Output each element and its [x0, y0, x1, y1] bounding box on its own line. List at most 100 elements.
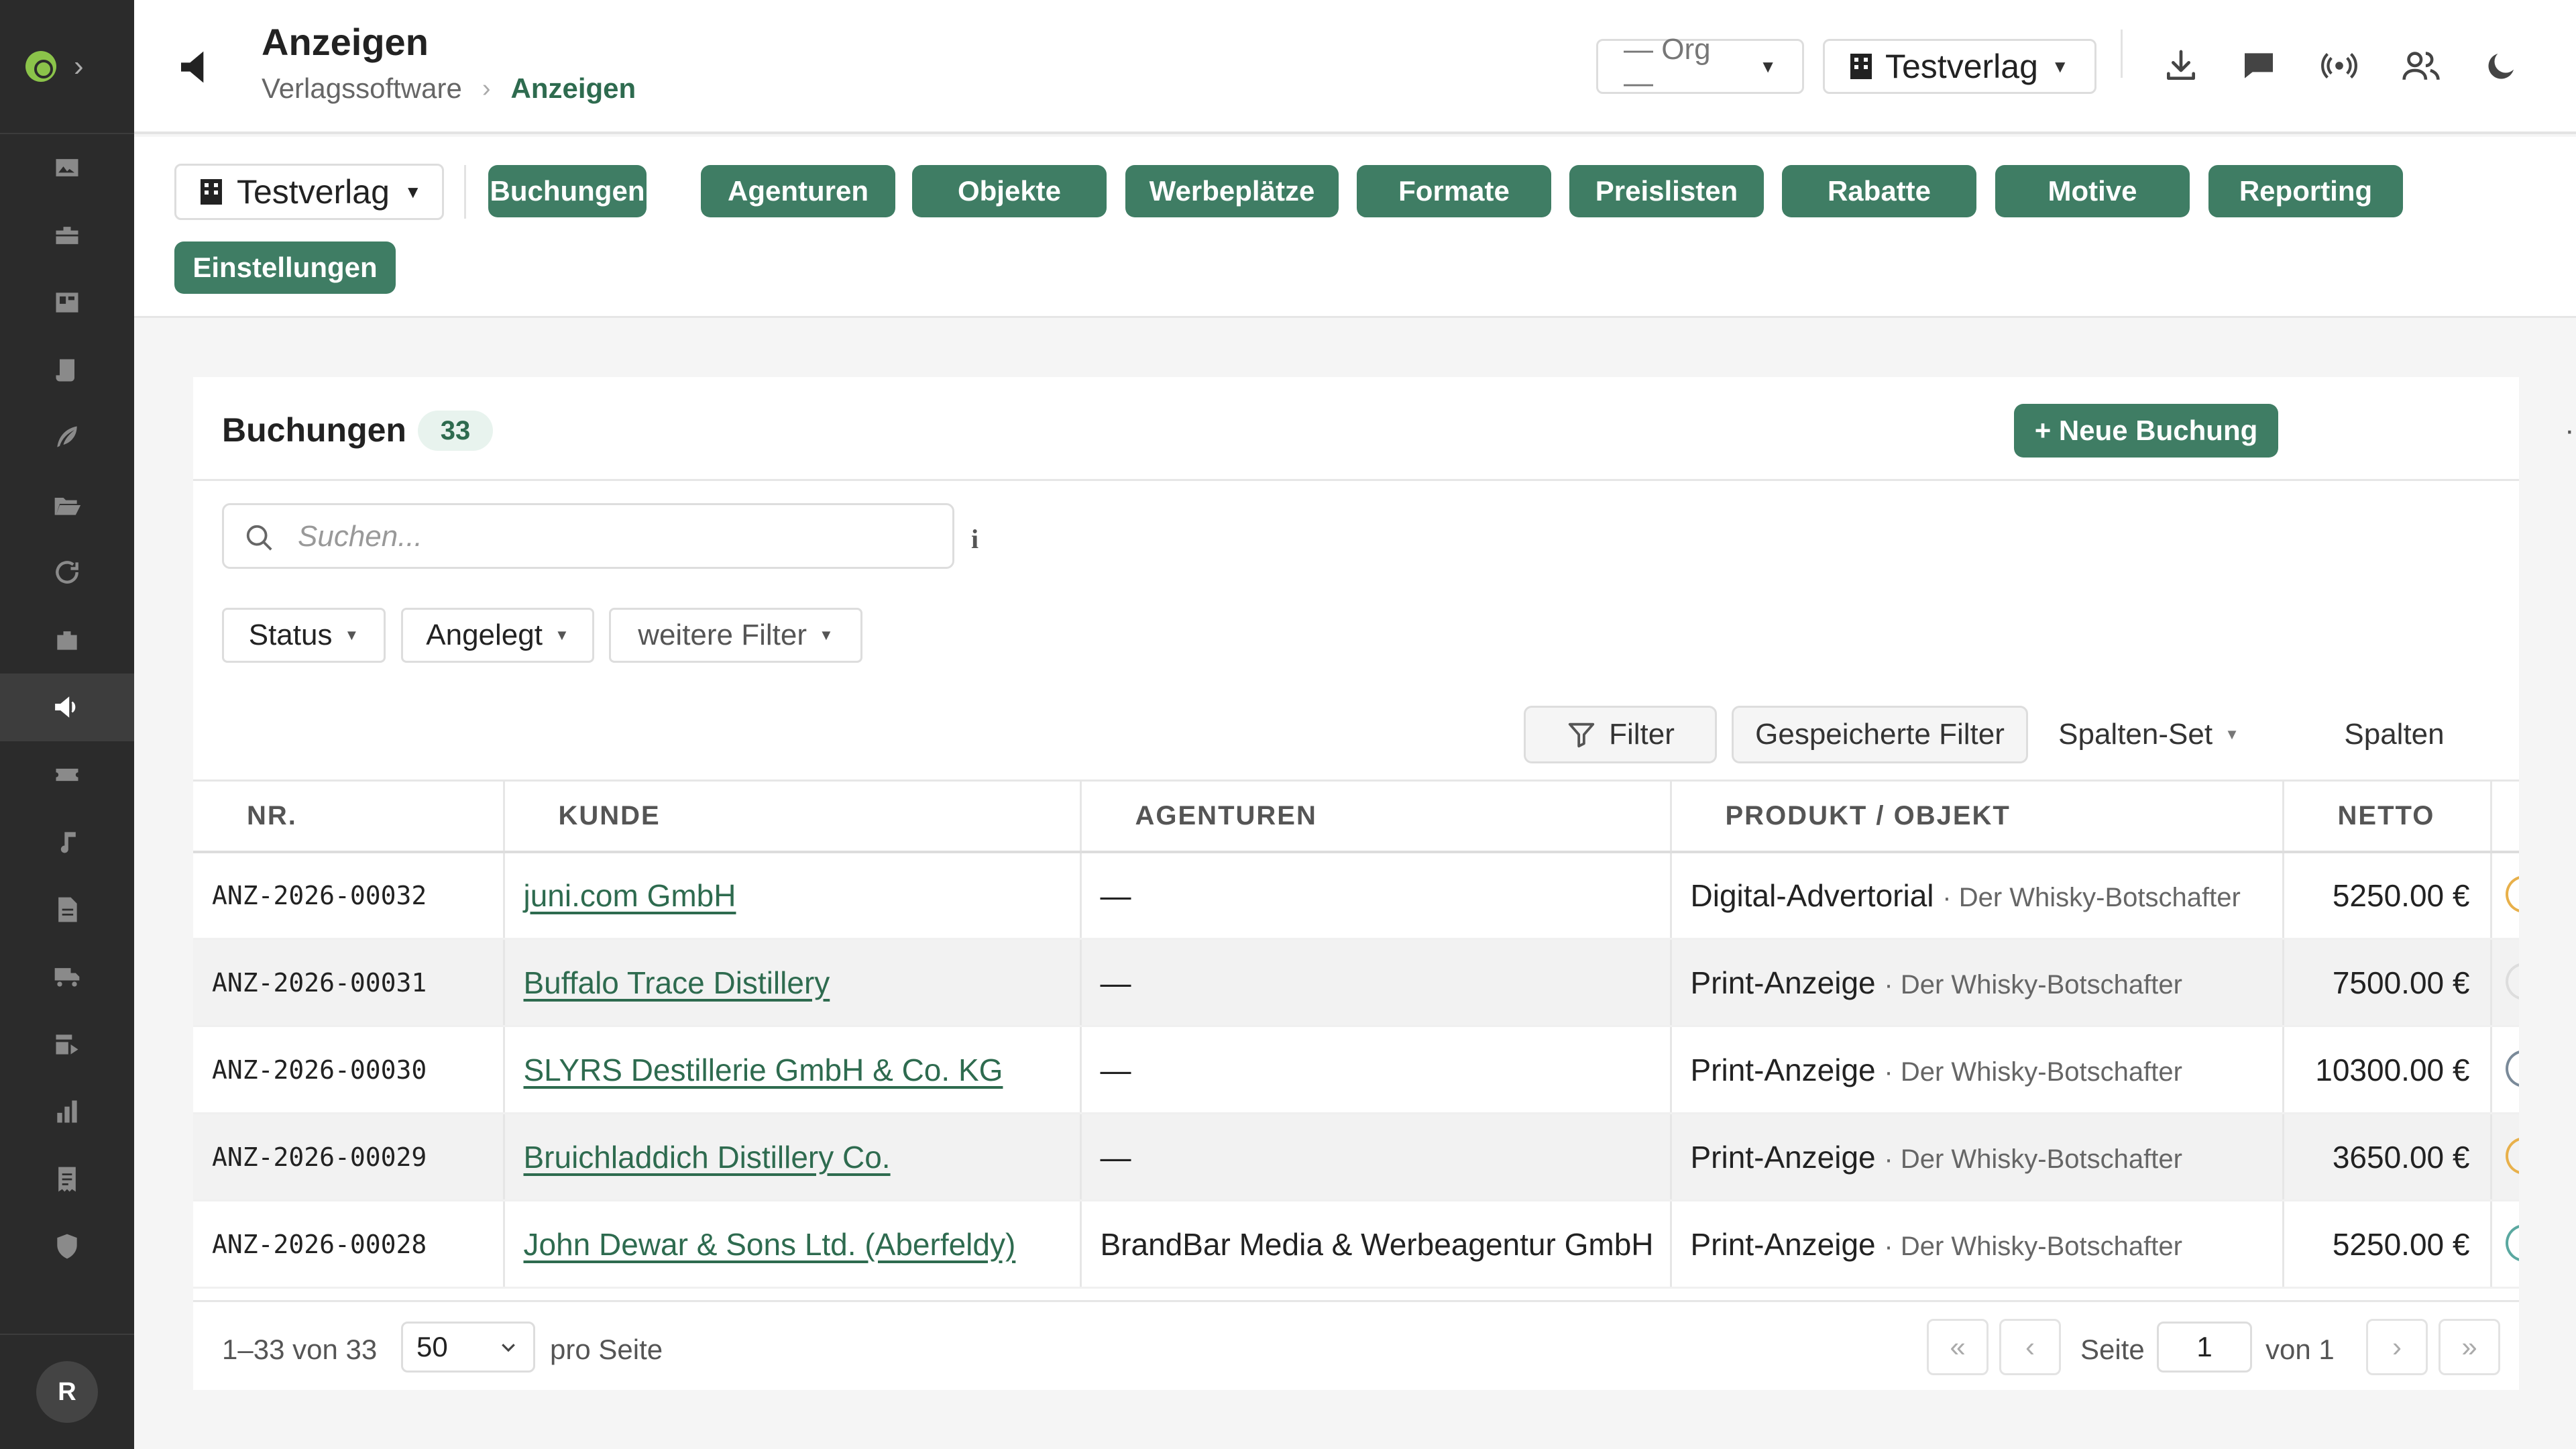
columns-button[interactable]: Spalten: [2333, 706, 2456, 763]
created-filter[interactable]: Angelegt ▼: [401, 608, 594, 663]
net-amount: 5250.00 €: [2283, 851, 2492, 940]
customer-link[interactable]: Bruichladdich Distillery Co.: [524, 1140, 891, 1175]
users-button[interactable]: [2394, 39, 2448, 93]
download-icon: [2167, 50, 2195, 80]
sidebar-item-briefcase[interactable]: [0, 202, 134, 270]
publisher-select[interactable]: Testverlag ▼: [1823, 39, 2096, 94]
tab-preislisten[interactable]: Preislisten: [1569, 165, 1764, 217]
status-indicator[interactable]: [2505, 1224, 2519, 1262]
status-cell: [2491, 1200, 2519, 1289]
status-filter[interactable]: Status ▼: [222, 608, 386, 663]
sidebar-item-bar-chart[interactable]: [0, 1078, 134, 1146]
net-amount: 10300.00 €: [2283, 1026, 2492, 1114]
sidebar-item-ticket[interactable]: [0, 741, 134, 809]
sidebar-item-quill[interactable]: [0, 404, 134, 472]
document-icon: [58, 897, 77, 922]
count-badge: 33: [418, 411, 493, 451]
column-header-netto[interactable]: NETTO: [2283, 780, 2492, 853]
prev-page-button[interactable]: ‹: [1999, 1319, 2061, 1375]
net-amount: 7500.00 €: [2283, 938, 2492, 1027]
search-input[interactable]: [298, 517, 928, 556]
download-button[interactable]: [2154, 39, 2208, 93]
status-indicator[interactable]: [2505, 1050, 2519, 1087]
chat-button[interactable]: [2232, 39, 2286, 93]
tab-buchungen[interactable]: Buchungen: [488, 165, 647, 217]
funnel-icon: [1568, 722, 1595, 748]
sidebar-item-share[interactable]: [0, 1011, 134, 1079]
tab-agenturen[interactable]: Agenturen: [701, 165, 895, 217]
sidebar-item-refresh[interactable]: [0, 539, 134, 606]
tab-rabatte[interactable]: Rabatte: [1782, 165, 1976, 217]
column-header-kunde[interactable]: KUNDE: [504, 780, 1082, 853]
table-row[interactable]: ANZ-2026-00030 SLYRS Destillerie GmbH & C…: [193, 1026, 2519, 1114]
last-page-button[interactable]: »: [2439, 1319, 2500, 1375]
customer-link[interactable]: Buffalo Trace Distillery: [524, 965, 830, 1000]
status-indicator[interactable]: [2505, 875, 2519, 914]
app-logo[interactable]: [25, 51, 56, 82]
filter-button[interactable]: Filter: [1524, 706, 1717, 763]
chevron-right-icon[interactable]: ›: [74, 52, 84, 81]
agency-cell: —: [1080, 1026, 1672, 1114]
column-header-agenturen[interactable]: AGENTUREN: [1080, 780, 1672, 853]
shield-icon: [57, 1234, 77, 1259]
page-label: Seite: [2080, 1334, 2145, 1365]
object-name: · Der Whisky-Botschafter: [1884, 1144, 2182, 1174]
breadcrumb-parent[interactable]: Verlagssoftware: [262, 72, 462, 105]
page-input[interactable]: [2157, 1322, 2252, 1373]
column-set-dropdown[interactable]: Spalten-Set ▼: [2048, 706, 2249, 763]
scroll-icon: [56, 359, 74, 382]
publisher-select-label: Testverlag: [1885, 48, 2038, 85]
more-filters[interactable]: weitere Filter ▼: [609, 608, 862, 663]
org-select[interactable]: — Org — ▼: [1596, 33, 1804, 99]
saved-filters-button[interactable]: Gespeicherte Filter: [1732, 706, 2028, 763]
info-icon[interactable]: i: [971, 523, 978, 555]
first-page-button[interactable]: «: [1927, 1319, 1989, 1375]
table-row[interactable]: ANZ-2026-00028 John Dewar & Sons Ltd. (Ab…: [193, 1200, 2519, 1289]
table-row[interactable]: ANZ-2026-00032 juni.com GmbH — Digital-Adve…: [193, 851, 2519, 940]
next-page-button[interactable]: ›: [2366, 1319, 2428, 1375]
product-cell: Print-Anzeige · Der Whisky-Botschafter: [1671, 938, 2284, 1027]
sidebar-item-suitcase[interactable]: [0, 606, 134, 674]
avatar[interactable]: R: [36, 1361, 98, 1423]
new-booking-button[interactable]: + Neue Buchung: [2014, 404, 2278, 458]
per-page-select[interactable]: 50: [401, 1322, 535, 1373]
sidebar-item-truck[interactable]: [0, 943, 134, 1011]
sidebar-item-image[interactable]: [0, 134, 134, 202]
status-cell: [2491, 1113, 2519, 1201]
agency-cell: —: [1080, 938, 1672, 1027]
sidebar-item-document[interactable]: [0, 876, 134, 944]
booking-number: ANZ-2026-00030: [193, 1026, 505, 1114]
sidebar-item-board[interactable]: [0, 269, 134, 337]
sidebar-item-folder-open[interactable]: [0, 472, 134, 539]
sidebar-item-receipt[interactable]: [0, 1146, 134, 1214]
chevron-down-icon: [502, 1344, 515, 1352]
tab-formate[interactable]: Formate: [1357, 165, 1551, 217]
column-header-nr[interactable]: NR.: [193, 780, 505, 853]
tab-motive[interactable]: Motive: [1995, 165, 2190, 217]
page-of-label: von 1: [2265, 1334, 2335, 1365]
status-indicator[interactable]: [2505, 963, 2519, 1000]
broadcast-button[interactable]: [2312, 39, 2366, 93]
tab-werbeplätze[interactable]: Werbeplätze: [1125, 165, 1339, 217]
object-name: · Der Whisky-Botschafter: [1884, 1057, 2182, 1087]
tab-objekte[interactable]: Objekte: [912, 165, 1107, 217]
customer-link[interactable]: John Dewar & Sons Ltd. (Aberfeldy): [524, 1227, 1016, 1262]
column-set-label: Spalten-Set: [2058, 718, 2213, 751]
breadcrumb-separator-icon: ›: [482, 74, 491, 103]
column-header-produkt[interactable]: PRODUKT / OBJEKT: [1671, 780, 2284, 853]
table-row[interactable]: ANZ-2026-00029 Bruichladdich Distillery C…: [193, 1113, 2519, 1201]
sidebar-item-shield[interactable]: [0, 1213, 134, 1281]
sidebar-item-megaphone[interactable]: [0, 674, 134, 741]
customer-link[interactable]: SLYRS Destillerie GmbH & Co. KG: [524, 1053, 1003, 1087]
sidebar-item-music-note[interactable]: [0, 808, 134, 876]
customer-link[interactable]: juni.com GmbH: [524, 878, 736, 913]
tab-reporting[interactable]: Reporting: [2208, 165, 2403, 217]
more-options-icon[interactable]: ···: [2553, 404, 2576, 458]
toolbar-publisher-select[interactable]: Testverlag ▼: [174, 164, 444, 220]
sidebar-item-scroll[interactable]: [0, 337, 134, 405]
status-indicator[interactable]: [2505, 1137, 2519, 1175]
table-row[interactable]: ANZ-2026-00031 Buffalo Trace Distillery — P…: [193, 938, 2519, 1027]
dark-mode-toggle[interactable]: [2475, 39, 2528, 93]
breadcrumb-current[interactable]: Anzeigen: [510, 72, 636, 105]
tab-einstellungen[interactable]: Einstellungen: [174, 241, 396, 294]
